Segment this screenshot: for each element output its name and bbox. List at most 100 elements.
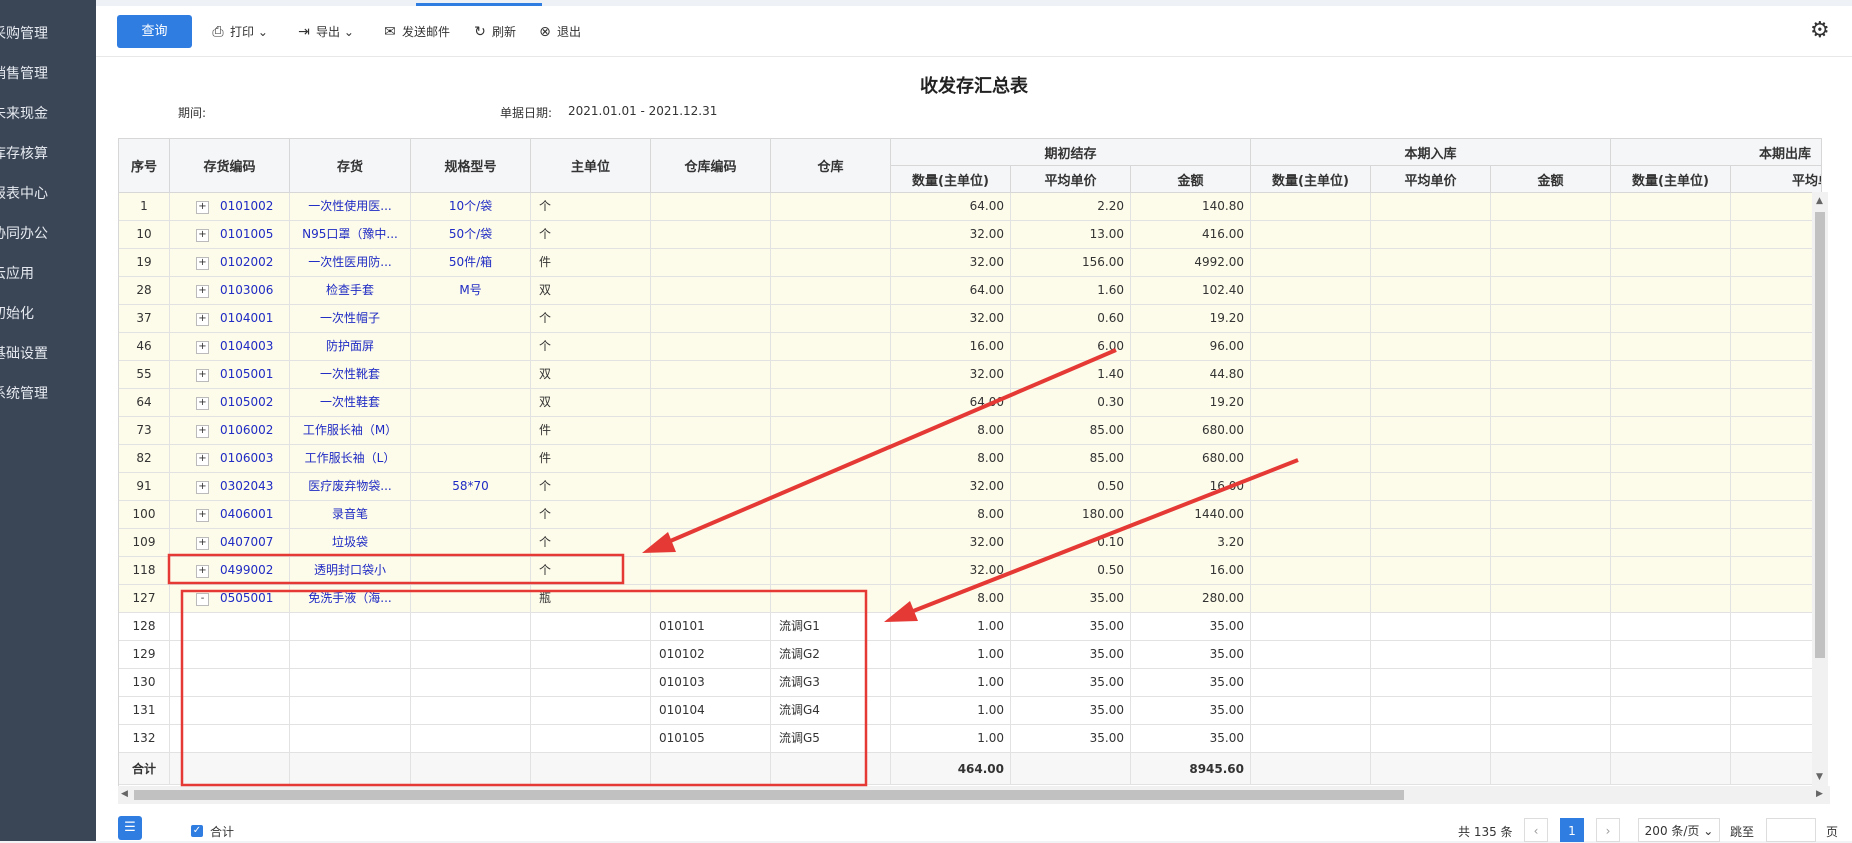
- expand-icon[interactable]: +: [196, 201, 209, 214]
- sidebar-item[interactable]: 销售管理: [0, 54, 96, 94]
- col-open-amt[interactable]: 金额: [1131, 166, 1251, 193]
- table-row[interactable]: 19 +0102002 一次性医用防... 50件/箱件 32.00 156.00 4992…: [119, 249, 1821, 277]
- refresh-button[interactable]: ↻ 刷新: [472, 22, 516, 42]
- table-row[interactable]: 118 +0499002 透明封口袋小个 32.00 0.50 16.00: [119, 557, 1821, 585]
- collapse-icon[interactable]: -: [196, 593, 209, 606]
- table-row[interactable]: 73 +0106002 工作服长袖（M）件 8.00 85.00 680.00: [119, 417, 1821, 445]
- cell-empty: [1611, 725, 1731, 753]
- expand-icon[interactable]: +: [196, 509, 209, 522]
- table-row[interactable]: 100 +0406001 录音笔个 8.00 180.00 1440.00: [119, 501, 1821, 529]
- total-checkbox[interactable]: ✓: [191, 825, 203, 837]
- scroll-up-icon[interactable]: ▲: [1816, 196, 1823, 206]
- scroll-right-icon[interactable]: ▶: [1816, 789, 1823, 799]
- next-page-button[interactable]: ›: [1596, 818, 1620, 842]
- col-seq[interactable]: 序号: [119, 139, 170, 193]
- col-spec[interactable]: 规格型号: [411, 139, 531, 193]
- cell-code: +0499002: [170, 557, 290, 585]
- horizontal-scrollbar[interactable]: ◀ ▶: [118, 786, 1830, 804]
- cell-qty: 32.00: [891, 361, 1011, 389]
- cell-empty: [1491, 249, 1611, 277]
- col-open-avg[interactable]: 平均单价: [1011, 166, 1131, 193]
- expand-icon[interactable]: +: [196, 425, 209, 438]
- cell-amt: 96.00: [1131, 333, 1251, 361]
- col-in-qty[interactable]: 数量(主单位): [1251, 166, 1371, 193]
- expand-icon[interactable]: +: [196, 313, 209, 326]
- table-row[interactable]: 46 +0104003 防护面屏个 16.00 6.00 96.00: [119, 333, 1821, 361]
- expand-icon[interactable]: +: [196, 481, 209, 494]
- table-row[interactable]: 127-0505001 免洗手液（海... 瓶 8.00 35.00 280.00: [119, 585, 1821, 613]
- col-out-qty[interactable]: 数量(主单位): [1611, 166, 1731, 193]
- cell-wh: [771, 389, 891, 417]
- cell-empty: [1251, 501, 1371, 529]
- table-row[interactable]: 128 010101 流调G1 1.00 35.00 35.00: [119, 613, 1821, 641]
- table-row[interactable]: 10 +0101005 N95口罩（豫中... 50个/袋个 32.00 13.00 416…: [119, 221, 1821, 249]
- page-1-button[interactable]: 1: [1560, 818, 1584, 842]
- col-open-qty[interactable]: 数量(主单位): [891, 166, 1011, 193]
- table-row[interactable]: 55 +0105001 一次性靴套双 32.00 1.40 44.80: [119, 361, 1821, 389]
- col-wh[interactable]: 仓库: [771, 139, 891, 193]
- exit-button[interactable]: ⊗ 退出: [537, 22, 581, 42]
- sidebar-item[interactable]: 云应用: [0, 254, 96, 294]
- sidebar-item-label: 基础设置: [0, 346, 48, 362]
- vertical-scrollbar[interactable]: ▲ ▼: [1812, 192, 1828, 786]
- expand-icon[interactable]: +: [196, 369, 209, 382]
- expand-icon[interactable]: +: [196, 453, 209, 466]
- table-row[interactable]: 1 +0101002 一次性使用医... 10个/袋个 64.00 2.20 140.80: [119, 193, 1821, 221]
- sidebar-item[interactable]: 系统管理: [0, 374, 96, 414]
- table-row[interactable]: 131 010104 流调G4 1.00 35.00 35.00: [119, 697, 1821, 725]
- col-out-avg[interactable]: 平均单价: [1731, 166, 1821, 193]
- expand-icon[interactable]: +: [196, 229, 209, 242]
- vertical-scroll-thumb[interactable]: [1815, 212, 1825, 658]
- expand-icon[interactable]: +: [196, 341, 209, 354]
- total-qty: 464.00: [891, 753, 1011, 785]
- sidebar-item[interactable]: 协同办公: [0, 214, 96, 254]
- cell-item: 录音笔: [290, 501, 411, 529]
- expand-icon[interactable]: +: [196, 565, 209, 578]
- table-row[interactable]: 64 +0105002 一次性鞋套双 64.00 0.30 19.20: [119, 389, 1821, 417]
- horizontal-scroll-thumb[interactable]: [134, 790, 1404, 800]
- cell-empty: [1251, 613, 1371, 641]
- table-row[interactable]: 130 010103 流调G3 1.00 35.00 35.00: [119, 669, 1821, 697]
- table-row[interactable]: 82 +0106003 工作服长袖（L）件 8.00 85.00 680.00: [119, 445, 1821, 473]
- col-unit[interactable]: 主单位: [531, 139, 651, 193]
- expand-icon[interactable]: +: [196, 257, 209, 270]
- scroll-down-icon[interactable]: ▼: [1816, 772, 1823, 782]
- table-row[interactable]: 109 +0407007 垃圾袋个 32.00 0.10 3.20: [119, 529, 1821, 557]
- sidebar-item[interactable]: 基础设置: [0, 334, 96, 374]
- table-row[interactable]: 37 +0104001 一次性帽子个 32.00 0.60 19.20: [119, 305, 1821, 333]
- gear-icon[interactable]: ⚙: [1810, 18, 1830, 43]
- cell-unit: 个: [531, 221, 651, 249]
- expand-icon[interactable]: +: [196, 537, 209, 550]
- export-button[interactable]: ⇥ 导出 ⌄: [296, 22, 354, 42]
- cell-unit: 个: [531, 473, 651, 501]
- prev-page-button[interactable]: ‹: [1524, 818, 1548, 842]
- send-email-button[interactable]: ✉ 发送邮件: [382, 22, 450, 42]
- query-button[interactable]: 查询: [117, 15, 192, 48]
- expand-icon[interactable]: +: [196, 397, 209, 410]
- col-code[interactable]: 存货编码: [170, 139, 290, 193]
- sidebar-item[interactable]: 未来现金: [0, 94, 96, 134]
- table-row[interactable]: 132 010105 流调G5 1.00 35.00 35.00: [119, 725, 1821, 753]
- sidebar-item[interactable]: 初始化: [0, 294, 96, 334]
- sidebar-item[interactable]: 库存核算: [0, 134, 96, 174]
- page-size-select[interactable]: 200 条/页 ⌄: [1638, 818, 1720, 842]
- table-row[interactable]: 91 +0302043 医疗废弃物袋... 58*70 个 32.00 0.50 16.00: [119, 473, 1821, 501]
- table-row[interactable]: 28 +0103006 检查手套 M号双 64.00 1.60 102.40: [119, 277, 1821, 305]
- col-wh-code[interactable]: 仓库编码: [651, 139, 771, 193]
- print-button[interactable]: ⎙ 打印 ⌄: [210, 22, 268, 42]
- sidebar-item[interactable]: 采购管理: [0, 14, 96, 54]
- table-row[interactable]: 129 010102 流调G2 1.00 35.00 35.00: [119, 641, 1821, 669]
- cell-item: [290, 725, 411, 753]
- column-settings-icon[interactable]: ☰: [118, 816, 142, 840]
- col-item[interactable]: 存货: [290, 139, 411, 193]
- cell-spec: [411, 557, 531, 585]
- cell-item: 工作服长袖（L）: [290, 445, 411, 473]
- col-in-amt[interactable]: 金额: [1491, 166, 1611, 193]
- col-in-avg[interactable]: 平均单价: [1371, 166, 1491, 193]
- cell-empty: [1731, 221, 1821, 249]
- jump-page-input[interactable]: [1766, 818, 1816, 842]
- scroll-left-icon[interactable]: ◀: [121, 789, 128, 799]
- sidebar-item[interactable]: 报表中心: [0, 174, 96, 214]
- cell-wh: [771, 529, 891, 557]
- expand-icon[interactable]: +: [196, 285, 209, 298]
